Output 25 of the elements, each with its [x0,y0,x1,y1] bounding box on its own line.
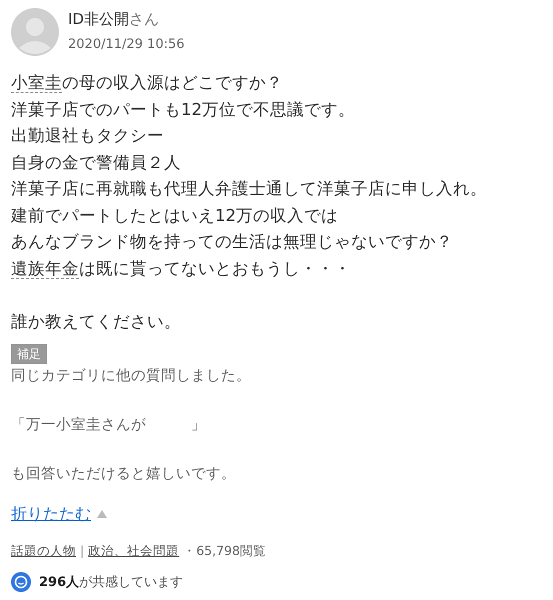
keyword-link[interactable]: 小室圭 [11,73,62,93]
smiley-icon [11,572,31,592]
collapse-link[interactable]: 折りたたむ [11,502,91,524]
empathy-count: 296人が共感しています [39,574,184,590]
view-count: ・65,798閲覧 [183,542,266,560]
body-text: 出勤退社もタクシー [11,125,164,147]
body-text: 遺族年金は既に貰ってないとおもうし・・・ [11,258,351,280]
avatar-icon [11,8,59,56]
body-text: 洋菓子店でのパートも12万位で不思議です。 [11,98,355,120]
supplement-label: 補足 [11,344,47,364]
body-text: 小室圭の母の収入源はどこですか？ [11,72,283,95]
body-text: 自身の金で警備員２人 [11,152,181,174]
supplement-text: 同じカテゴリに他の質問しました。 [11,367,251,386]
category-link[interactable]: 話題の人物 [11,542,76,560]
body-text: 建前でパートしたとはいえ12万の収入では [11,204,338,226]
keyword-link[interactable]: 遺族年金 [11,258,79,278]
body-text: 洋菓子店に再就職も代理人弁護士通して洋菓子店に申し入れ。 [11,178,487,200]
post-date: 2020/11/29 10:56 [68,37,185,52]
category-link[interactable]: 政治、社会問題 [88,542,180,560]
separator: | [80,542,84,560]
user-name: ID非公開さん [68,10,160,29]
supplement-text: も回答いただけると嬉しいです。 [11,465,236,484]
body-text: あんなブランド物を持っての生活は無理じゃないですか？ [11,231,453,253]
supplement-text: 「万一小室圭さんが 」 [11,416,206,435]
body-text: 誰か教えてください。 [11,310,181,332]
